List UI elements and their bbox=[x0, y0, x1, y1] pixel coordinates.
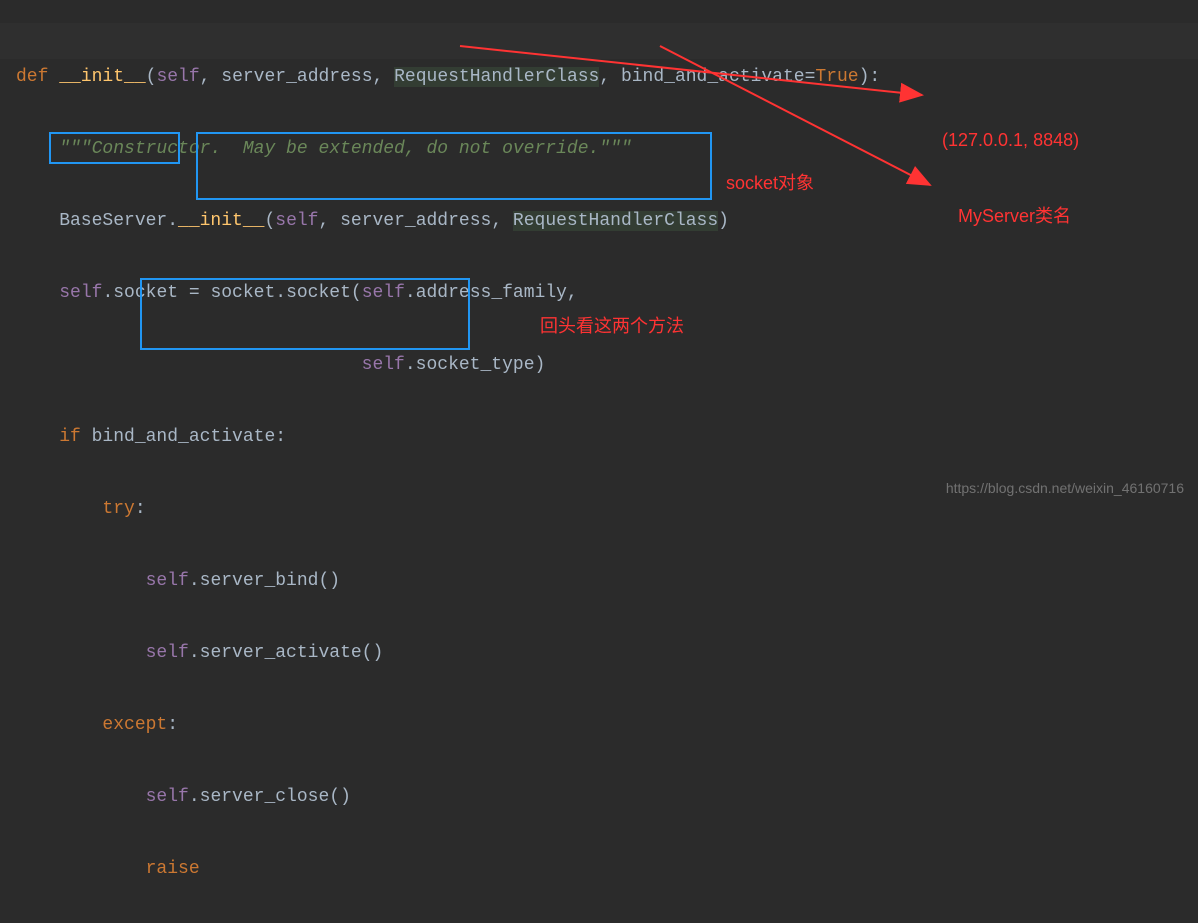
self: self bbox=[362, 283, 405, 303]
code-line-4[interactable]: self.socket = socket.socket(self.address… bbox=[16, 275, 880, 311]
keyword-raise: raise bbox=[146, 859, 200, 879]
annotation-address: (127.0.0.1, 8848) bbox=[942, 122, 1079, 158]
docstring: """Constructor. May be extended, do not … bbox=[16, 139, 632, 159]
args: , server_address, bbox=[318, 211, 512, 231]
indent bbox=[16, 571, 146, 591]
code-line-5[interactable]: self.socket_type) bbox=[16, 347, 880, 383]
text: .server_close() bbox=[189, 787, 351, 807]
self: self bbox=[275, 211, 318, 231]
indent bbox=[16, 499, 102, 519]
keyword-try: try bbox=[102, 499, 134, 519]
rhc-arg: RequestHandlerClass bbox=[513, 211, 718, 231]
text: .address_family, bbox=[405, 283, 578, 303]
self: self bbox=[362, 355, 405, 375]
paren: ( bbox=[264, 211, 275, 231]
self: self bbox=[146, 787, 189, 807]
indent bbox=[16, 715, 102, 735]
params: , server_address, bbox=[200, 67, 394, 87]
paren2: ): bbox=[859, 67, 881, 87]
code-line-7[interactable]: try: bbox=[16, 491, 880, 527]
text: .server_bind() bbox=[189, 571, 340, 591]
text: .socket_type) bbox=[405, 355, 545, 375]
colon: : bbox=[135, 499, 146, 519]
text: .socket = socket.socket( bbox=[102, 283, 361, 303]
true-const: True bbox=[815, 67, 858, 87]
indent bbox=[16, 787, 146, 807]
annotation-myserver: MyServer类名 bbox=[958, 198, 1071, 234]
params2: , bind_and_activate= bbox=[599, 67, 815, 87]
self: self bbox=[146, 571, 189, 591]
indent bbox=[16, 643, 146, 663]
code-line-1[interactable]: def __init__(self, server_address, Reque… bbox=[16, 59, 880, 95]
code-line-9[interactable]: self.server_activate() bbox=[16, 635, 880, 671]
indent bbox=[16, 427, 59, 447]
indent bbox=[16, 283, 59, 303]
paren: ( bbox=[146, 67, 157, 87]
code-line-2[interactable]: """Constructor. May be extended, do not … bbox=[16, 131, 880, 167]
keyword-def: def bbox=[16, 67, 59, 87]
colon: : bbox=[167, 715, 178, 735]
self: self bbox=[146, 643, 189, 663]
code-line-8[interactable]: self.server_bind() bbox=[16, 563, 880, 599]
keyword-except: except bbox=[102, 715, 167, 735]
keyword-if: if bbox=[59, 427, 91, 447]
code-line-3[interactable]: BaseServer.__init__(self, server_address… bbox=[16, 203, 880, 239]
indent bbox=[16, 355, 362, 375]
watermark: https://blog.csdn.net/weixin_46160716 bbox=[946, 470, 1184, 506]
code-line-11[interactable]: self.server_close() bbox=[16, 779, 880, 815]
paren: ) bbox=[718, 211, 729, 231]
code-line-12[interactable]: raise bbox=[16, 851, 880, 887]
text: .server_activate() bbox=[189, 643, 383, 663]
method: __init__ bbox=[178, 211, 264, 231]
self: self bbox=[59, 283, 102, 303]
function-name: __init__ bbox=[59, 67, 145, 87]
text: bind_and_activate: bbox=[92, 427, 286, 447]
code-line-10[interactable]: except: bbox=[16, 707, 880, 743]
indent bbox=[16, 859, 146, 879]
text: BaseServer. bbox=[16, 211, 178, 231]
code-line-6[interactable]: if bind_and_activate: bbox=[16, 419, 880, 455]
request-handler-class: RequestHandlerClass bbox=[394, 67, 599, 87]
self-param: self bbox=[156, 67, 199, 87]
code-editor[interactable]: def __init__(self, server_address, Reque… bbox=[16, 23, 880, 923]
